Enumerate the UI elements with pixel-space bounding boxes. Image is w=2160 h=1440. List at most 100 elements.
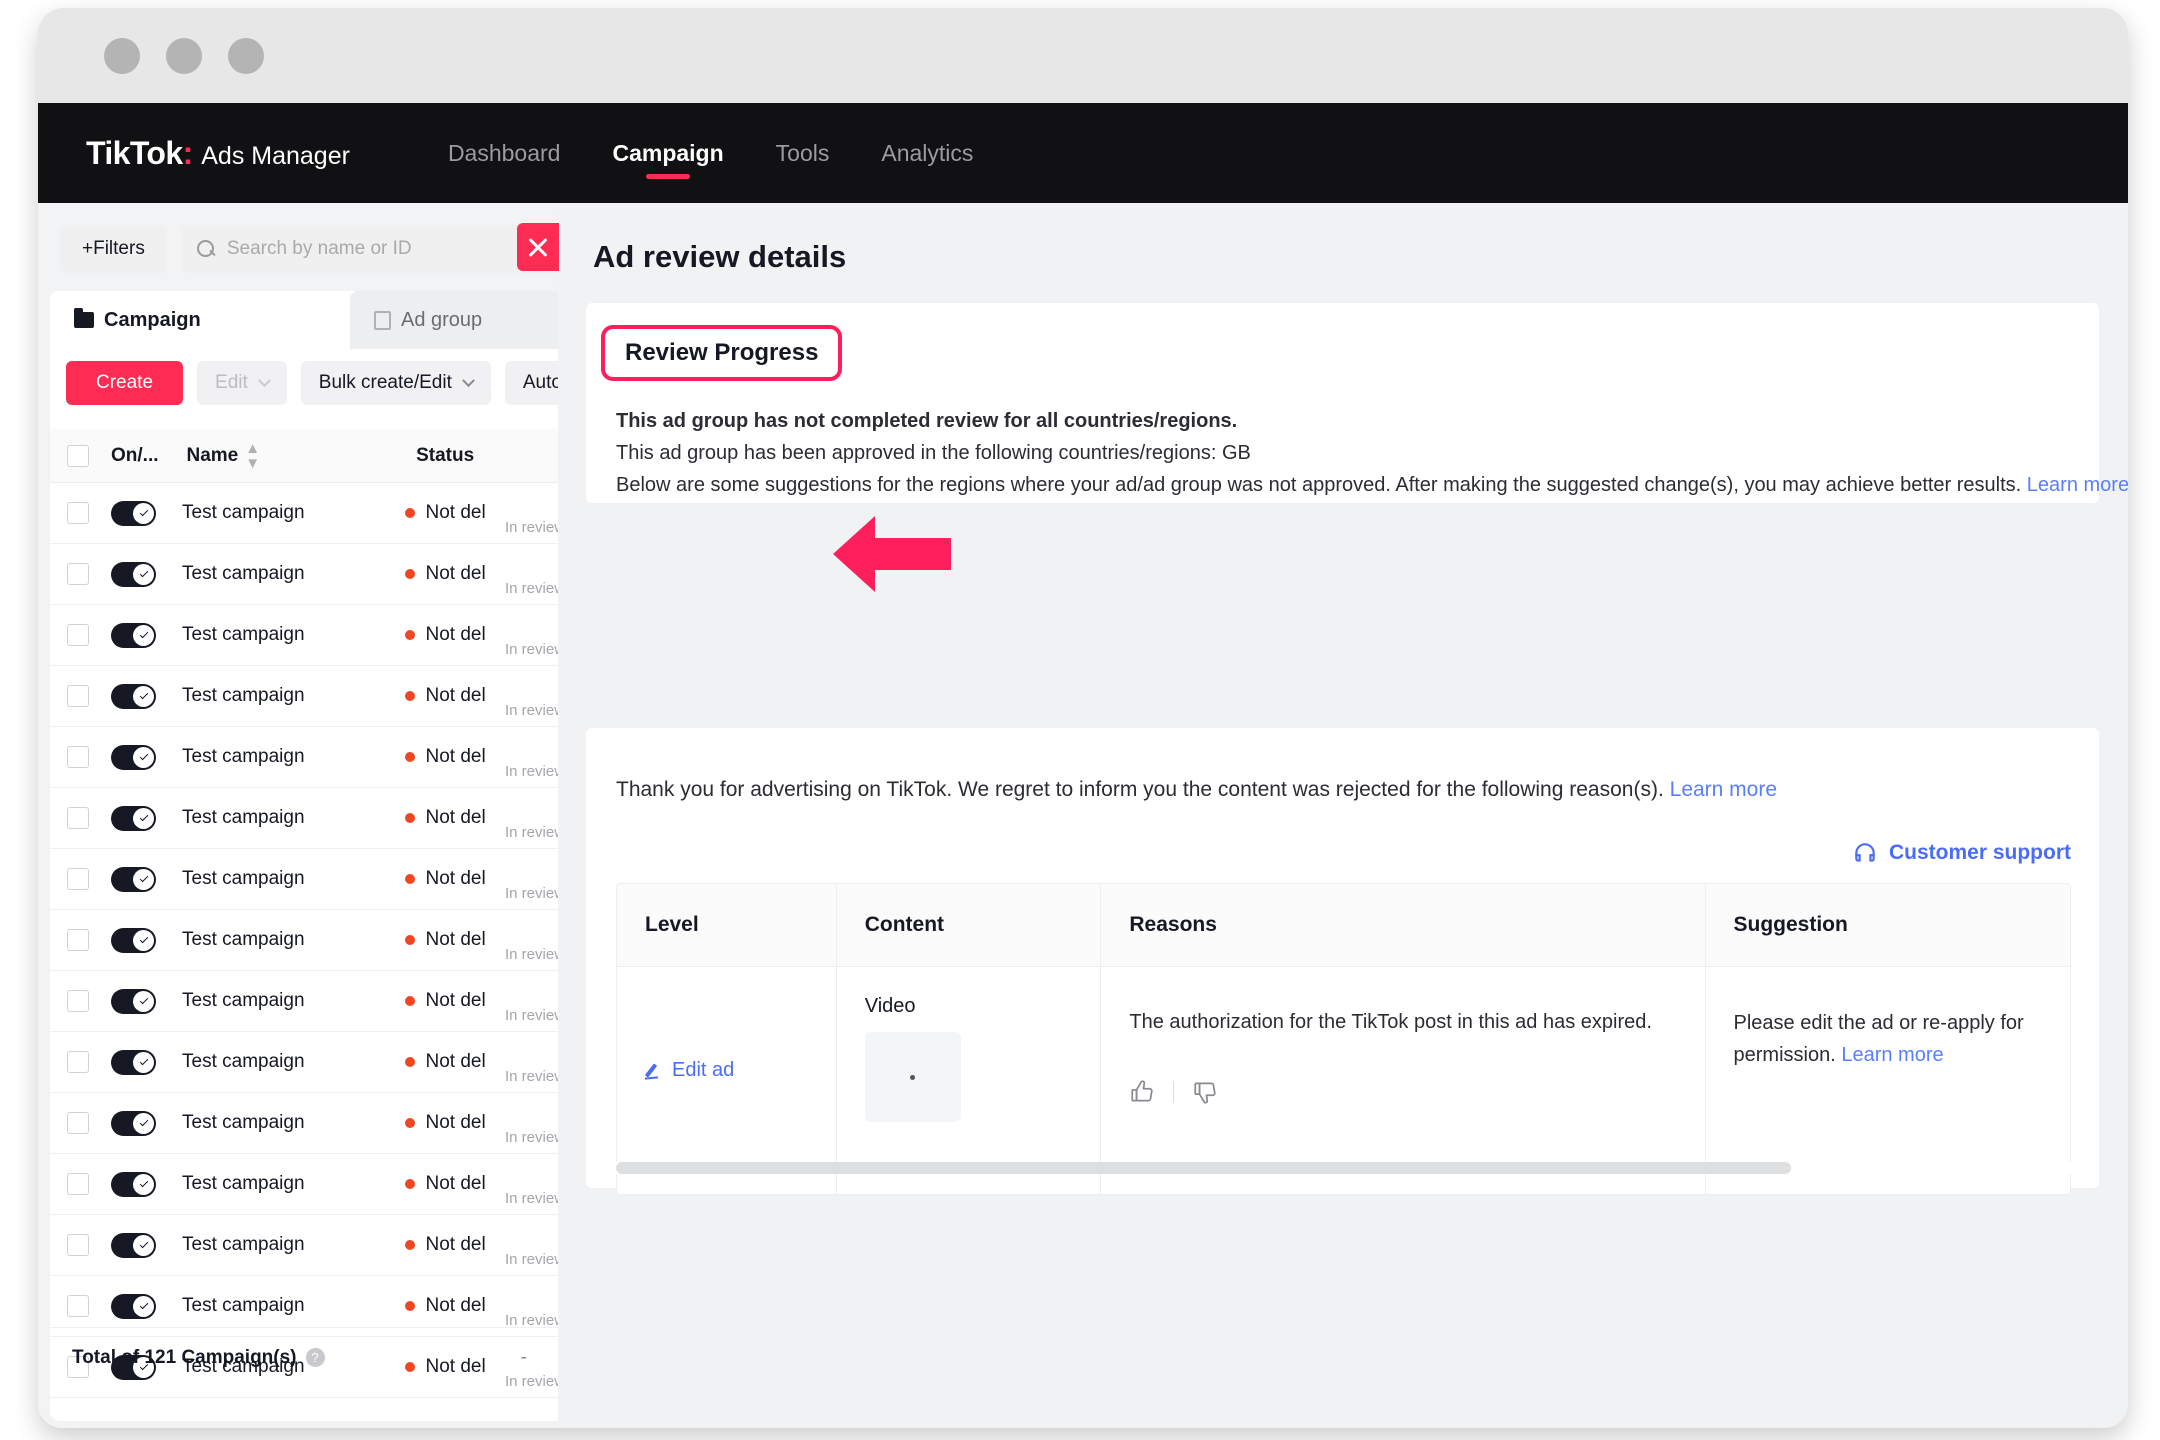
status-dot-icon <box>405 935 415 945</box>
window-minimize-dot[interactable] <box>166 38 202 74</box>
table-row[interactable]: Test campaignNot delIn review <box>50 1154 558 1215</box>
row-checkbox[interactable] <box>67 746 89 768</box>
table-row[interactable]: Test campaignNot delIn review <box>50 666 558 727</box>
tab-campaign[interactable]: Campaign <box>50 291 350 349</box>
row-checkbox[interactable] <box>67 563 89 585</box>
review-progress-badge: Review Progress <box>601 325 842 381</box>
row-substatus: In review <box>505 641 558 658</box>
row-checkbox[interactable] <box>67 929 89 951</box>
row-toggle[interactable] <box>111 745 156 770</box>
row-toggle[interactable] <box>111 928 156 953</box>
customer-support-link[interactable]: Customer support <box>1852 840 2071 866</box>
horizontal-scrollbar[interactable] <box>616 1162 2071 1174</box>
scrollbar-thumb[interactable] <box>616 1162 1791 1174</box>
check-icon <box>140 751 148 759</box>
row-checkbox[interactable] <box>67 807 89 829</box>
row-name: Test campaign <box>182 1112 305 1134</box>
row-toggle[interactable] <box>111 989 156 1014</box>
row-substatus: In review <box>505 946 558 963</box>
sort-icon[interactable]: ▲▼ <box>245 441 260 471</box>
row-name: Test campaign <box>182 929 305 951</box>
campaign-table-header: On/... Name ▲▼ Status <box>50 429 558 483</box>
row-checkbox[interactable] <box>67 1295 89 1317</box>
thumbs-up-icon[interactable] <box>1129 1079 1155 1105</box>
rejection-table-row: Edit ad Video The authorization for the … <box>617 966 2070 1194</box>
row-checkbox[interactable] <box>67 868 89 890</box>
learn-more-link[interactable]: Learn more <box>2027 474 2128 496</box>
row-toggle[interactable] <box>111 501 156 526</box>
table-row[interactable]: Test campaignNot delIn review <box>50 544 558 605</box>
row-toggle[interactable] <box>111 1294 156 1319</box>
table-row[interactable]: Test campaignNot delIn review <box>50 727 558 788</box>
row-status: Not del <box>426 685 486 707</box>
help-icon[interactable]: ? <box>306 1348 325 1367</box>
pencil-icon <box>645 1062 662 1079</box>
row-toggle[interactable] <box>111 1111 156 1136</box>
window-close-dot[interactable] <box>104 38 140 74</box>
bulk-create-edit-button[interactable]: Bulk create/Edit <box>301 361 491 405</box>
table-row[interactable]: Test campaignNot delIn review <box>50 483 558 544</box>
row-checkbox[interactable] <box>67 1051 89 1073</box>
row-toggle[interactable] <box>111 1050 156 1075</box>
row-toggle[interactable] <box>111 867 156 892</box>
table-row[interactable]: Test campaignNot delIn review <box>50 910 558 971</box>
nav-item-campaign[interactable]: Campaign <box>586 103 749 203</box>
row-checkbox[interactable] <box>67 1112 89 1134</box>
window-titlebar <box>38 8 2128 103</box>
close-icon <box>526 235 550 259</box>
column-header-onoff[interactable]: On/... <box>111 445 159 467</box>
row-checkbox[interactable] <box>67 685 89 707</box>
table-row[interactable]: Test campaignNot delIn review <box>50 971 558 1032</box>
edit-button[interactable]: Edit <box>197 361 287 405</box>
cell-level: Edit ad <box>617 966 837 1194</box>
video-thumbnail[interactable] <box>865 1032 961 1122</box>
thumbs-down-icon[interactable] <box>1192 1079 1218 1105</box>
row-checkbox[interactable] <box>67 990 89 1012</box>
row-checkbox[interactable] <box>67 502 89 524</box>
column-header-status[interactable]: Status <box>416 445 474 467</box>
select-all-checkbox[interactable] <box>67 445 89 467</box>
learn-more-link[interactable]: Learn more <box>1841 1044 1943 1066</box>
row-toggle[interactable] <box>111 684 156 709</box>
check-icon <box>140 1239 148 1247</box>
row-substatus: In review <box>505 519 558 536</box>
chevron-down-icon <box>462 374 475 387</box>
status-dot-icon <box>405 1057 415 1067</box>
table-row[interactable]: Test campaignNot delIn review <box>50 849 558 910</box>
status-dot-icon <box>405 569 415 579</box>
create-button[interactable]: Create <box>66 361 183 405</box>
status-dot-icon <box>405 1118 415 1128</box>
row-toggle[interactable] <box>111 1172 156 1197</box>
automated-button[interactable]: Automated <box>505 361 558 405</box>
table-row[interactable]: Test campaignNot delIn review <box>50 605 558 666</box>
edit-ad-link[interactable]: Edit ad <box>645 1059 808 1082</box>
row-toggle[interactable] <box>111 1233 156 1258</box>
filters-button[interactable]: +Filters <box>60 225 167 273</box>
vote-divider <box>1173 1081 1174 1103</box>
row-checkbox[interactable] <box>67 624 89 646</box>
row-checkbox[interactable] <box>67 1234 89 1256</box>
row-substatus: In review <box>505 1007 558 1024</box>
tab-ad-group[interactable]: Ad group <box>350 291 558 349</box>
table-row[interactable]: Test campaignNot delIn review <box>50 1093 558 1154</box>
suggestion-text: Please edit the ad or re-apply for permi… <box>1734 1007 2043 1072</box>
nav-item-tools[interactable]: Tools <box>750 103 856 203</box>
row-checkbox[interactable] <box>67 1173 89 1195</box>
column-header-name[interactable]: Name <box>187 445 239 467</box>
row-toggle[interactable] <box>111 562 156 587</box>
nav-item-analytics[interactable]: Analytics <box>855 103 999 203</box>
close-drawer-button[interactable] <box>517 223 559 271</box>
check-icon <box>140 1056 148 1064</box>
window-maximize-dot[interactable] <box>228 38 264 74</box>
row-toggle[interactable] <box>111 806 156 831</box>
table-row[interactable]: Test campaignNot delIn review <box>50 1215 558 1276</box>
learn-more-link[interactable]: Learn more <box>1670 778 1777 801</box>
tiktok-ads-manager-logo[interactable]: TikTok: Ads Manager <box>86 135 350 172</box>
nav-item-dashboard[interactable]: Dashboard <box>422 103 587 203</box>
row-toggle[interactable] <box>111 623 156 648</box>
search-input[interactable]: Search by name or ID <box>181 225 558 273</box>
table-row[interactable]: Test campaignNot delIn review <box>50 1032 558 1093</box>
table-row[interactable]: Test campaignNot delIn review <box>50 788 558 849</box>
check-icon <box>140 568 148 576</box>
row-substatus: In review <box>505 763 558 780</box>
